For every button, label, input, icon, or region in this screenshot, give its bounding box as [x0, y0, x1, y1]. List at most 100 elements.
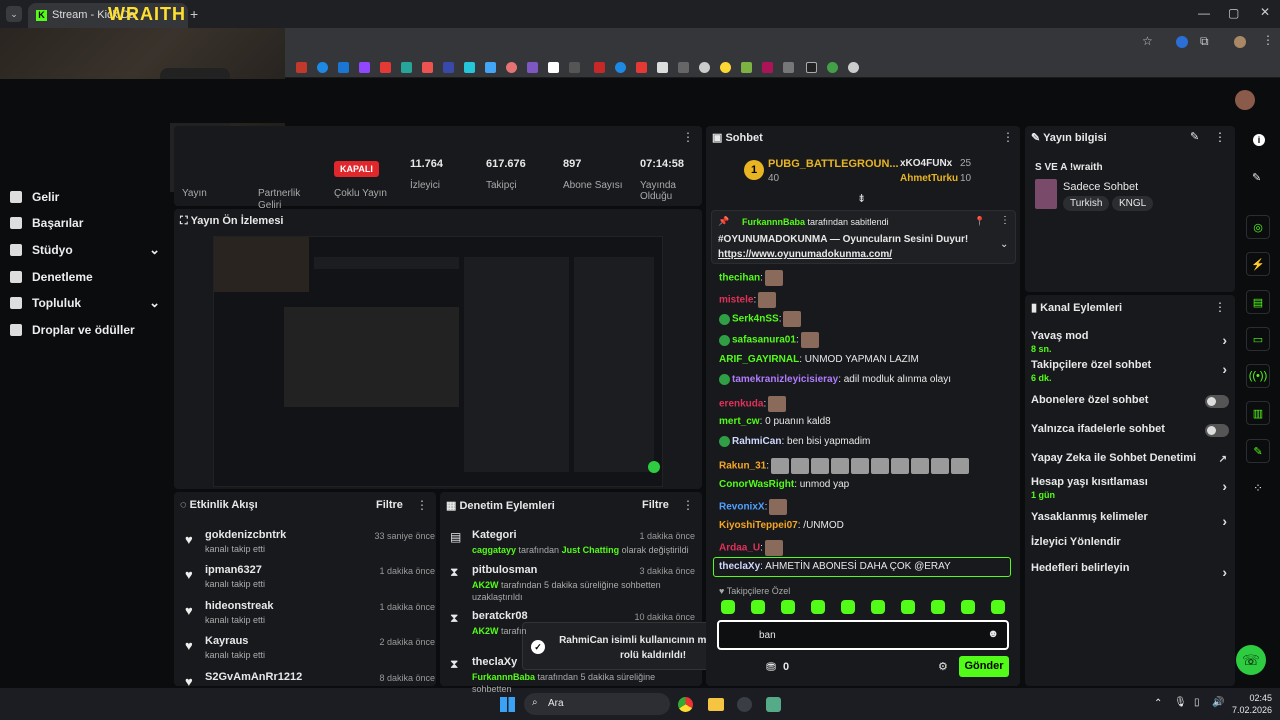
- bookmark-icon[interactable]: [464, 62, 475, 73]
- chat-message[interactable]: safasanura01:: [719, 332, 819, 348]
- mic-icon[interactable]: 🎙: [1174, 697, 1187, 708]
- toggle-switch[interactable]: [1205, 395, 1229, 408]
- extension-icon[interactable]: [1176, 36, 1188, 48]
- rail-button-3[interactable]: ▤: [1246, 290, 1270, 314]
- pencil-rail-icon[interactable]: ✎: [1252, 171, 1261, 184]
- rail-button-4[interactable]: ▭: [1246, 327, 1270, 351]
- chat-username[interactable]: thecihan: [719, 273, 760, 284]
- toggle-switch[interactable]: [1205, 424, 1229, 437]
- chat-username[interactable]: Rakun_31: [719, 461, 766, 472]
- activity-username[interactable]: S2GvAmAnRr1212: [205, 671, 302, 683]
- chat-username[interactable]: ConorWasRight: [719, 479, 794, 490]
- chat-username[interactable]: Ardaa_U: [719, 543, 760, 554]
- moderation-row[interactable]: ⧗ beratckr08 AK2W tarafın 10 dakika önce: [450, 610, 695, 654]
- bookmark-icon[interactable]: [720, 62, 731, 73]
- channel-actions-menu-icon[interactable]: ⋮: [1214, 300, 1226, 314]
- chat-message[interactable]: mert_cw: 0 puanın kald8: [719, 416, 831, 427]
- chat-username[interactable]: mistele: [719, 295, 753, 306]
- bookmark-icon[interactable]: [741, 62, 752, 73]
- chat-username[interactable]: safasanura01: [732, 335, 796, 346]
- maximize-icon[interactable]: ▢: [1228, 6, 1239, 20]
- bookmark-icon[interactable]: [380, 62, 391, 73]
- send-button[interactable]: Gönder: [959, 656, 1009, 677]
- rail-button-2[interactable]: ⚡: [1246, 252, 1270, 276]
- emote-picker-icon[interactable]: [781, 600, 795, 614]
- bookmark-icon[interactable]: [657, 62, 668, 73]
- rail-button-7[interactable]: ✎: [1246, 439, 1270, 463]
- chat-settings-icon[interactable]: ⚙: [938, 660, 948, 673]
- stream-info-menu-icon[interactable]: ⋮: [1214, 130, 1226, 144]
- emote-picker-icon[interactable]: [811, 600, 825, 614]
- points-icon[interactable]: ⛃: [766, 660, 776, 674]
- moderation-target[interactable]: pitbulosman: [472, 564, 537, 576]
- emote-picker-icon[interactable]: [721, 600, 735, 614]
- profile-icon[interactable]: [1234, 36, 1246, 48]
- moderation-target[interactable]: Kategori: [472, 529, 517, 541]
- channel-action[interactable]: İzleyici Yönlendir: [1031, 536, 1229, 548]
- activity-row[interactable]: ♥ Kayraus kanalı takip etti 2 dakika önce: [185, 635, 435, 669]
- emote-picker-icon[interactable]: [961, 600, 975, 614]
- channel-action[interactable]: Yapay Zeka ile Sohbet Denetimi ↗: [1031, 452, 1229, 465]
- rail-button-6[interactable]: ▥: [1246, 401, 1270, 425]
- folder-taskbar-icon[interactable]: [708, 698, 724, 711]
- chat-message[interactable]: erenkuda:: [719, 396, 787, 412]
- stats-menu-icon[interactable]: ⋮: [682, 130, 694, 144]
- chat-username[interactable]: ARIF_GAYIRNAL: [719, 354, 799, 365]
- bookmark-icon[interactable]: [359, 62, 370, 73]
- activity-row[interactable]: ♥ S2GvAmAnRr1212 8 dakika önce: [185, 671, 435, 705]
- bookmark-icon[interactable]: [443, 62, 454, 73]
- channel-action[interactable]: Yavaş mod 8 sn. ›: [1031, 330, 1229, 354]
- moderation-filter-button[interactable]: Filtre: [642, 499, 669, 511]
- nav-item[interactable]: Başarılar: [10, 212, 160, 234]
- rail-button-1[interactable]: ◎: [1246, 215, 1270, 239]
- bookmark-icon[interactable]: [296, 62, 307, 73]
- emote-picker-icon[interactable]: [901, 600, 915, 614]
- channel-action[interactable]: Hedefleri belirleyin ›: [1031, 562, 1229, 580]
- rail-button-5[interactable]: ((•)): [1246, 364, 1270, 388]
- network-icon[interactable]: ▯: [1194, 697, 1200, 708]
- bookmark-icon[interactable]: [527, 62, 538, 73]
- chat-message[interactable]: ConorWasRight: unmod yap: [719, 479, 849, 490]
- chat-message[interactable]: Serk4nSS:: [719, 311, 802, 327]
- emote-picker-icon[interactable]: [991, 600, 1005, 614]
- tag-kngl[interactable]: KNGL: [1112, 196, 1154, 211]
- bookmark-icon[interactable]: [317, 62, 328, 73]
- pinned-message[interactable]: 📌 FurkannnBaba tarafından sabitlendi #OY…: [711, 210, 1016, 264]
- chat-message[interactable]: thecihan:: [719, 270, 783, 286]
- bookmark-icon[interactable]: [615, 62, 626, 73]
- chat-username[interactable]: erenkuda: [719, 399, 763, 410]
- moderator-name[interactable]: AK2W: [472, 580, 499, 590]
- bookmark-icon[interactable]: [699, 62, 710, 73]
- chat-message[interactable]: RahmiCan: ben bisi yapmadim: [719, 436, 870, 447]
- chevrons-down-icon[interactable]: ⇟: [857, 192, 866, 205]
- chat-message[interactable]: Ardaa_U:: [719, 540, 783, 556]
- bookmark-icon[interactable]: [485, 62, 496, 73]
- channel-action[interactable]: Abonelere özel sohbet: [1031, 394, 1229, 408]
- channel-action[interactable]: Takipçilere özel sohbet 6 dk. ›: [1031, 359, 1229, 383]
- bookmark-icon[interactable]: [678, 62, 689, 73]
- chat-message[interactable]: ARIF_GAYIRNAL: UNMOD YAPMAN LAZIM: [719, 354, 919, 365]
- emote-picker-icon[interactable]: [871, 600, 885, 614]
- channel-action[interactable]: Yasaklanmış kelimeler ›: [1031, 511, 1229, 529]
- chat-message[interactable]: mistele:: [719, 292, 777, 308]
- emote-picker-icon[interactable]: [931, 600, 945, 614]
- bookmark-icon[interactable]: [848, 62, 859, 73]
- bookmark-icon[interactable]: [762, 62, 773, 73]
- bookmark-icon[interactable]: [783, 62, 794, 73]
- nav-item[interactable]: Droplar ve ödüller: [10, 319, 160, 341]
- channel-action[interactable]: Yalnızca ifadelerle sohbet: [1031, 423, 1229, 437]
- nav-item[interactable]: Stüdyo ⌄: [10, 239, 160, 261]
- nav-item[interactable]: Topluluk ⌄: [10, 292, 160, 314]
- new-tab-button[interactable]: +: [190, 6, 198, 22]
- puzzle-icon[interactable]: ⧉: [1200, 34, 1209, 49]
- chat-message[interactable]: Rakun_31:: [719, 458, 970, 474]
- emote-picker-icon[interactable]: [841, 600, 855, 614]
- chat-username[interactable]: RahmiCan: [732, 436, 781, 447]
- chat-message[interactable]: KiyoshiTeppei07: /UNMOD: [719, 520, 844, 531]
- chat-username[interactable]: mert_cw: [719, 416, 760, 427]
- moderation-row[interactable]: ⧗ theclaXy FurkannnBaba tarafından 5 dakik…: [450, 656, 695, 700]
- moderator-name[interactable]: caggatayy: [472, 545, 516, 555]
- edit-icon[interactable]: ✎: [1190, 130, 1199, 143]
- tag-turkish[interactable]: Turkish: [1063, 196, 1110, 211]
- bookmark-icon[interactable]: [506, 62, 517, 73]
